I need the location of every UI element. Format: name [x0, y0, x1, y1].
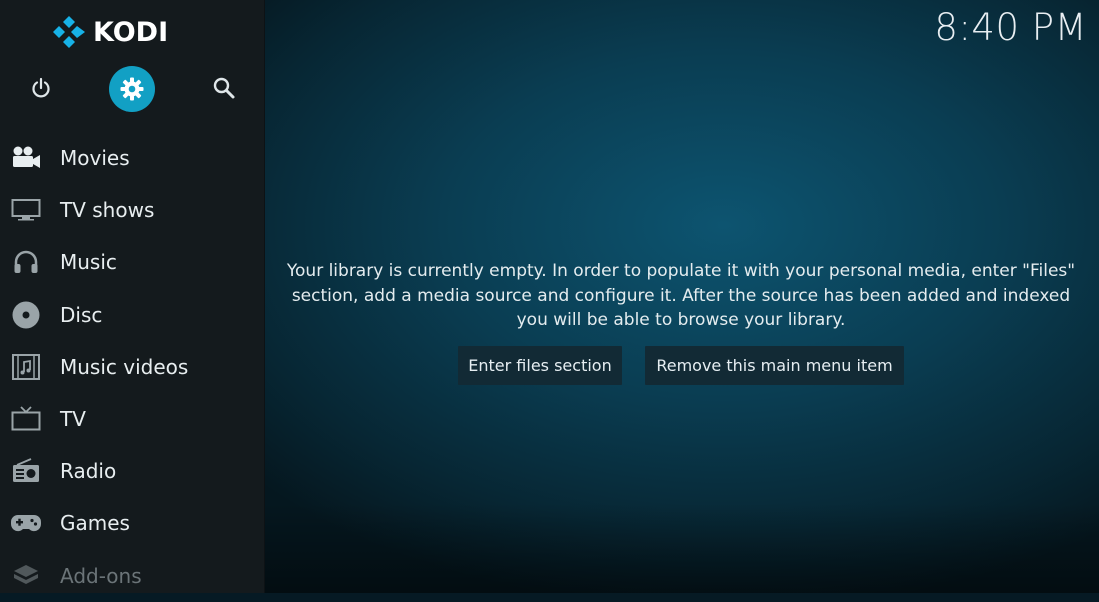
- clock: 8:40 PM: [934, 6, 1087, 49]
- menu-label: Radio: [60, 459, 117, 484]
- menu-item-games[interactable]: Games: [0, 497, 264, 549]
- gear-icon: [120, 77, 144, 101]
- menu-label: Disc: [60, 302, 103, 327]
- power-button[interactable]: [23, 70, 59, 106]
- search-icon: [213, 77, 235, 99]
- main-menu: Movies TV shows Music Disc Music videos …: [0, 132, 264, 602]
- menu-item-disc[interactable]: Disc: [0, 289, 264, 341]
- headphones-icon: [10, 247, 42, 277]
- tv-icon: [10, 404, 42, 434]
- menu-item-movies[interactable]: Movies: [0, 132, 264, 184]
- app-name: KODI: [93, 16, 169, 48]
- menu-item-radio[interactable]: Radio: [0, 445, 264, 497]
- box-icon: [10, 561, 42, 591]
- menu-label: Movies: [60, 146, 130, 171]
- sidebar: KODI Movies TV shows Music Disc Music vi…: [0, 0, 265, 593]
- kodi-logo: KODI: [52, 14, 168, 50]
- settings-button[interactable]: [109, 66, 155, 112]
- film-music-icon: [10, 352, 42, 382]
- power-icon: [32, 77, 50, 98]
- menu-label: TV: [60, 407, 86, 432]
- menu-label: Music: [60, 250, 117, 275]
- menu-label: Music videos: [60, 354, 189, 379]
- menu-label: TV shows: [60, 198, 155, 223]
- kodi-logo-icon: [53, 16, 85, 48]
- remove-main-menu-item-button[interactable]: Remove this main menu item: [645, 346, 904, 385]
- menu-item-add-ons[interactable]: Add-ons: [0, 550, 264, 602]
- radio-icon: [10, 456, 42, 486]
- menu-label: Games: [60, 511, 130, 536]
- search-button[interactable]: [206, 70, 242, 106]
- disc-icon: [10, 300, 42, 330]
- menu-item-music[interactable]: Music: [0, 236, 264, 288]
- menu-item-tv[interactable]: TV: [0, 393, 264, 445]
- menu-item-tv-shows[interactable]: TV shows: [0, 184, 264, 236]
- top-icon-bar: [0, 66, 264, 112]
- enter-files-section-button[interactable]: Enter files section: [458, 346, 622, 385]
- movie-camera-icon: [10, 143, 42, 173]
- menu-item-music-videos[interactable]: Music videos: [0, 341, 264, 393]
- menu-label: Add-ons: [60, 563, 142, 588]
- monitor-icon: [10, 195, 42, 225]
- empty-library-message: Your library is currently empty. In orde…: [286, 261, 1076, 330]
- gamepad-icon: [10, 508, 42, 538]
